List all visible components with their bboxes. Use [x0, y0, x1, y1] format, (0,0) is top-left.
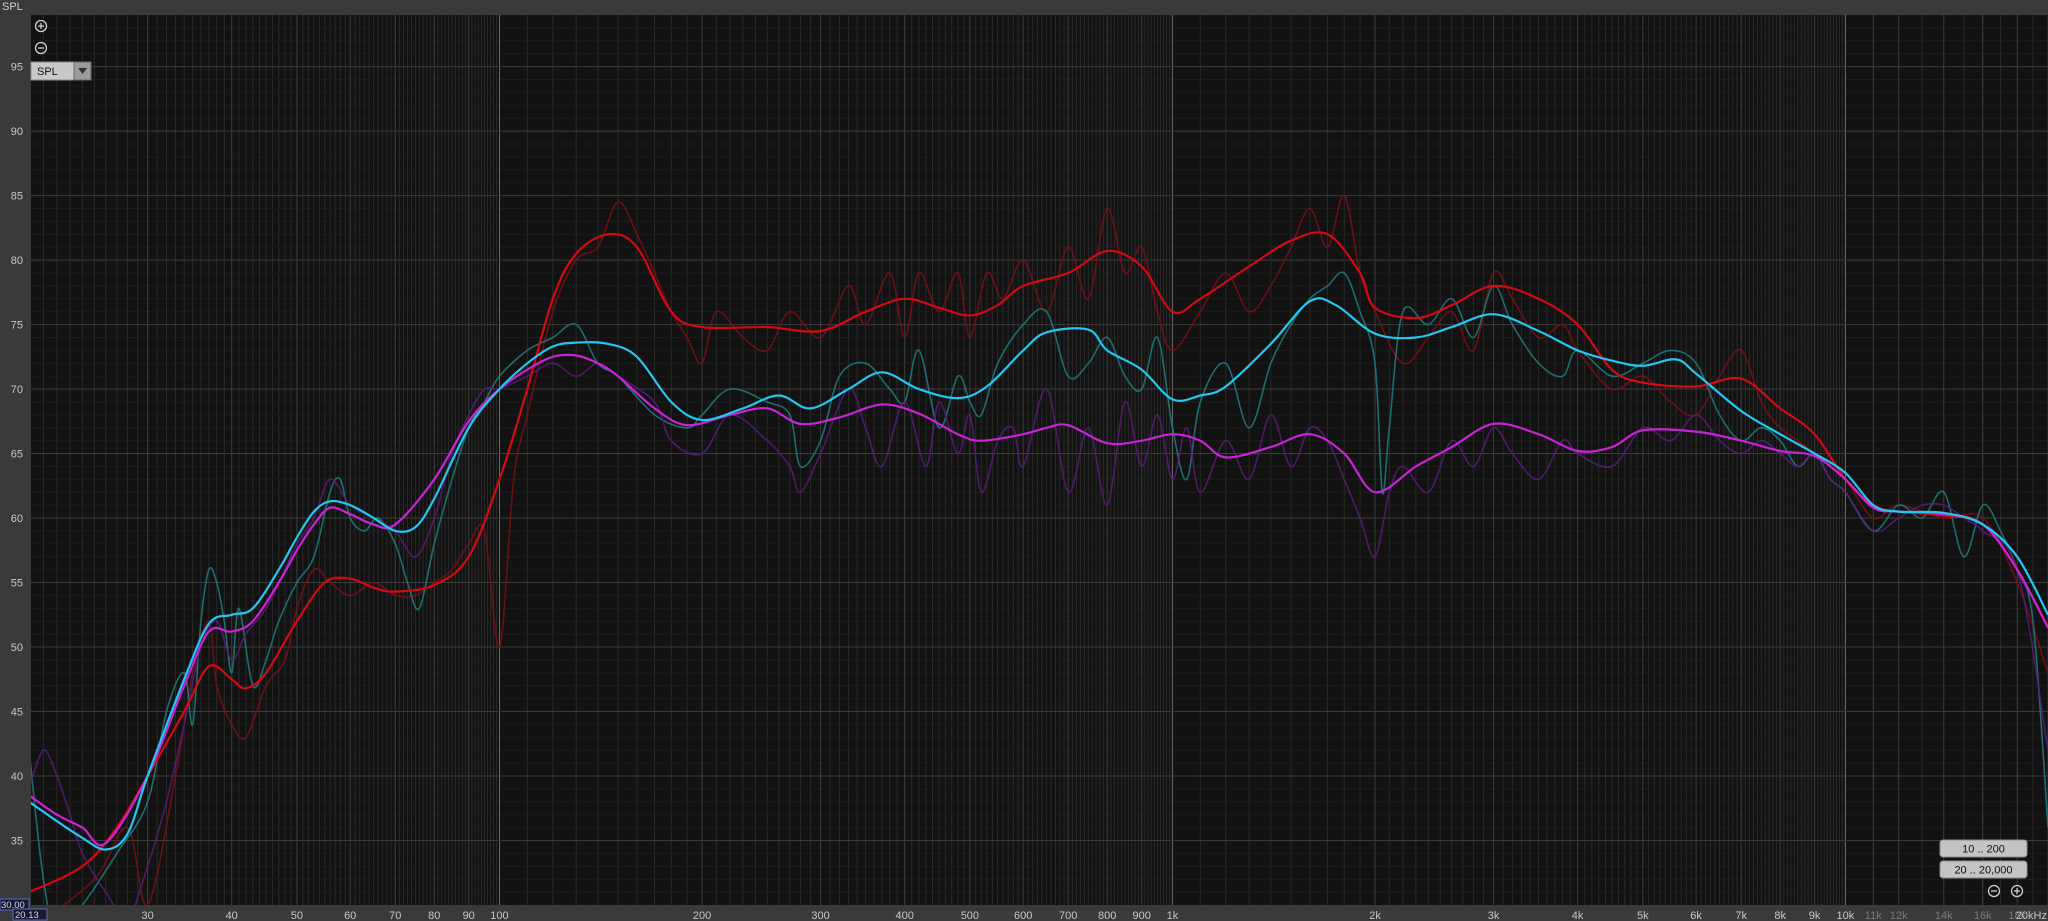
- x-tick-label: 2k: [1369, 910, 1381, 921]
- y-tick-label: 55: [11, 578, 23, 590]
- x-cursor-value: 20.13: [15, 910, 39, 921]
- y-tick-label: 70: [11, 384, 23, 396]
- x-tick-label: 1k: [1167, 910, 1179, 921]
- y-tick-label: 50: [11, 642, 23, 654]
- x-tick-label: 70: [389, 910, 401, 921]
- measure-dropdown-value: SPL: [37, 66, 58, 78]
- x-tick-label: 900: [1132, 910, 1150, 921]
- x-tick-label: 11k: [1865, 910, 1882, 921]
- x-tick-label: 6k: [1690, 910, 1702, 921]
- x-tick-label: 8k: [1774, 910, 1786, 921]
- x-tick-label: 90: [463, 910, 475, 921]
- x-tick-label: 50: [291, 910, 303, 921]
- y-tick-label: 40: [11, 771, 23, 783]
- y-tick-label: 60: [11, 513, 23, 525]
- spl-frequency-chart: SPL 35 40 45 50 55 60 65 70 75 80 85 90 95 30 40 50 60 7…: [0, 0, 2048, 921]
- x-tick-label: 4k: [1572, 910, 1584, 921]
- y-tick-label: 75: [11, 320, 23, 332]
- x-tick-label: 9k: [1809, 910, 1821, 921]
- x-tick-label: 40: [226, 910, 238, 921]
- axis-title: SPL: [2, 1, 23, 13]
- x-tick-label: 16k: [1974, 910, 1992, 921]
- x-tick-label: 80: [428, 910, 440, 921]
- x-tick-label: 12k: [1890, 910, 1908, 921]
- x-tick-label: 60: [344, 910, 356, 921]
- y-tick-label: 95: [11, 62, 23, 74]
- x-tick-label: 10k: [1837, 910, 1855, 921]
- range-button-20-20000[interactable]: 20 .. 20,000: [1939, 860, 2028, 879]
- measure-dropdown[interactable]: SPL: [30, 61, 92, 81]
- y-tick-label: 80: [11, 255, 23, 267]
- x-tick-label: 100: [490, 910, 508, 921]
- y-tick-label: 65: [11, 449, 23, 461]
- x-tick-label: 300: [811, 910, 829, 921]
- x-tick-label: 700: [1059, 910, 1077, 921]
- x-tick-label: 7k: [1735, 910, 1747, 921]
- range-button-10-200[interactable]: 10 .. 200: [1939, 839, 2028, 858]
- y-tick-label: 90: [11, 126, 23, 138]
- x-tick-label: 20kHz: [2016, 910, 2047, 921]
- x-tick-label: 400: [895, 910, 913, 921]
- x-cursor-readout: 20.13: [12, 908, 48, 921]
- y-tick-label: 85: [11, 191, 23, 203]
- x-tick-label: 600: [1014, 910, 1032, 921]
- x-tick-label: 500: [961, 910, 979, 921]
- y-tick-label: 35: [11, 836, 23, 848]
- x-tick-label: 5k: [1637, 910, 1649, 921]
- y-tick-label: 45: [11, 707, 23, 719]
- x-tick-label: 14k: [1935, 910, 1953, 921]
- x-tick-label: 800: [1098, 910, 1116, 921]
- x-tick-label: 200: [693, 910, 711, 921]
- range-button-20-20000-label: 20 .. 20,000: [1954, 865, 2012, 877]
- range-button-10-200-label: 10 .. 200: [1962, 844, 2005, 856]
- x-tick-label: 30: [141, 910, 153, 921]
- x-tick-label: 3k: [1488, 910, 1500, 921]
